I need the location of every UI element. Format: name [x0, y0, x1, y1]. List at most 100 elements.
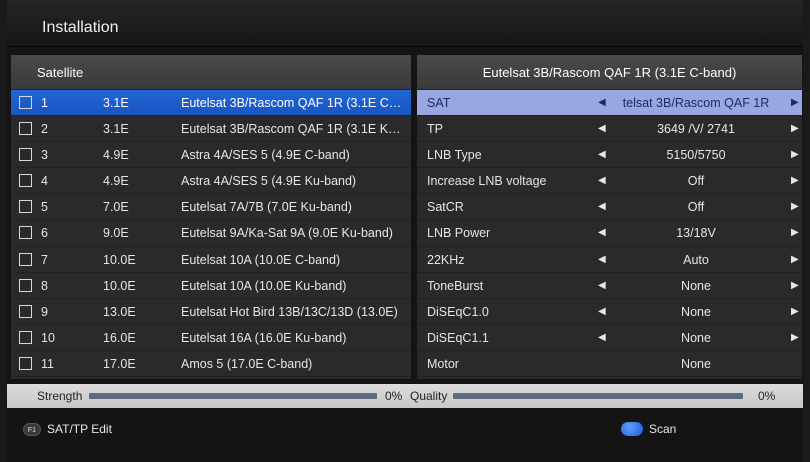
satellite-number: 2	[41, 122, 48, 137]
satellite-checkbox[interactable]	[19, 356, 32, 370]
strength-value: 0%	[385, 389, 403, 403]
satellite-number: 7	[41, 252, 48, 267]
satellite-row[interactable]: 4 4.9E Astra 4A/SES 5 (4.9E Ku-band)	[11, 168, 411, 195]
setting-value: telsat 3B/Rascom QAF 1R	[622, 96, 770, 110]
arrow-left-icon[interactable]: ◀	[598, 325, 606, 351]
f1-key-icon[interactable]: F1	[23, 423, 41, 436]
arrow-right-icon[interactable]: ▶	[791, 116, 799, 142]
satellite-name: Astra 4A/SES 5 (4.9E Ku-band)	[181, 174, 357, 189]
arrow-right-icon[interactable]: ▶	[791, 220, 799, 246]
satellite-checkbox[interactable]	[19, 226, 32, 240]
setting-value: None	[681, 278, 711, 293]
setting-label: SatCR	[427, 200, 464, 215]
satellite-checkbox[interactable]	[19, 174, 32, 188]
arrow-left-icon[interactable]: ◀	[598, 220, 606, 246]
satellite-position: 10.0E	[103, 278, 136, 293]
setting-label: ToneBurst	[427, 278, 484, 293]
setting-value: Off	[687, 200, 705, 215]
satellite-number: 4	[41, 174, 48, 189]
arrow-left-icon[interactable]: ◀	[598, 116, 606, 142]
arrow-right-icon[interactable]: ▶	[791, 247, 799, 273]
satellite-list-panel: Satellite 1 3.1E Eutelsat 3B/Rascom QAF …	[11, 55, 411, 379]
satellite-checkbox[interactable]	[19, 200, 32, 214]
arrow-left-icon[interactable]: ◀	[598, 142, 606, 168]
satellite-row[interactable]: 2 3.1E Eutelsat 3B/Rascom QAF 1R (3.1E K…	[11, 116, 411, 143]
setting-value: 5150/5750	[666, 148, 726, 163]
satellite-number: 8	[41, 278, 48, 293]
satellite-name: Eutelsat 10A (10.0E C-band)	[181, 252, 341, 267]
arrow-right-icon[interactable]: ▶	[791, 299, 799, 325]
satellite-position: 7.0E	[103, 200, 129, 215]
arrow-right-icon[interactable]: ▶	[791, 194, 799, 220]
setting-row-satcr[interactable]: SatCR ◀ Off ▶	[417, 194, 802, 221]
scan-label[interactable]: Scan	[649, 422, 676, 436]
setting-value: None	[681, 304, 711, 319]
satellite-row[interactable]: 8 10.0E Eutelsat 10A (10.0E Ku-band)	[11, 273, 411, 299]
arrow-left-icon[interactable]: ◀	[598, 247, 606, 273]
setting-row-diseqc11[interactable]: DiSEqC1.1 ◀ None ▶	[417, 325, 802, 351]
satellite-checkbox[interactable]	[19, 278, 32, 292]
arrow-right-icon[interactable]: ▶	[791, 142, 799, 168]
satellite-checkbox[interactable]	[19, 252, 32, 266]
arrow-right-icon[interactable]: ▶	[791, 90, 799, 116]
page-title: Installation	[42, 19, 119, 36]
setting-row-tp[interactable]: TP ◀ 3649 /V/ 2741 ▶	[417, 116, 802, 143]
signal-bar: Strength 0% Quality 0%	[7, 384, 803, 408]
satellite-position: 13.0E	[103, 304, 136, 319]
sat-tp-edit-label[interactable]: SAT/TP Edit	[47, 422, 112, 436]
satellite-position: 4.9E	[103, 174, 129, 189]
footer-bar: F1 SAT/TP Edit Scan	[7, 410, 803, 462]
satellite-position: 9.0E	[103, 226, 129, 241]
satellite-position: 10.0E	[103, 252, 136, 267]
satellite-number: 5	[41, 200, 48, 215]
satellite-checkbox[interactable]	[19, 96, 32, 109]
satellite-row[interactable]: 10 16.0E Eutelsat 16A (16.0E Ku-band)	[11, 325, 411, 351]
satellite-checkbox[interactable]	[19, 122, 32, 136]
satellite-name: Eutelsat Hot Bird 13B/13C/13D (13.0E)	[181, 304, 398, 319]
setting-label: LNB Power	[427, 226, 491, 241]
setting-label: Motor	[427, 356, 459, 371]
satellite-row[interactable]: 9 13.0E Eutelsat Hot Bird 13B/13C/13D (1…	[11, 299, 411, 325]
satellite-checkbox[interactable]	[19, 304, 32, 318]
arrow-left-icon[interactable]: ◀	[598, 168, 606, 194]
satellite-number: 9	[41, 304, 48, 319]
arrow-right-icon[interactable]: ▶	[791, 325, 799, 351]
setting-row-lnb-type[interactable]: LNB Type ◀ 5150/5750 ▶	[417, 142, 802, 169]
setting-label: LNB Type	[427, 148, 482, 163]
arrow-left-icon[interactable]: ◀	[598, 299, 606, 325]
satellite-name: Eutelsat 3B/Rascom QAF 1R (3.1E C-b...	[181, 96, 403, 110]
setting-row-increase-lnb-voltage[interactable]: Increase LNB voltage ◀ Off ▶	[417, 168, 802, 195]
installation-screen: Installation Satellite 1 3.1E Eutelsat 3…	[7, 0, 803, 462]
satellite-row[interactable]: 1 3.1E Eutelsat 3B/Rascom QAF 1R (3.1E C…	[11, 90, 411, 117]
satellite-row[interactable]: 11 17.0E Amos 5 (17.0E C-band)	[11, 351, 411, 378]
setting-row-diseqc10[interactable]: DiSEqC1.0 ◀ None ▶	[417, 299, 802, 325]
arrow-right-icon[interactable]: ▶	[791, 273, 799, 299]
satellite-name: Eutelsat 7A/7B (7.0E Ku-band)	[181, 200, 352, 215]
blue-button-icon[interactable]	[621, 422, 643, 436]
setting-row-22khz[interactable]: 22KHz ◀ Auto ▶	[417, 247, 802, 273]
satellite-checkbox[interactable]	[19, 148, 32, 162]
arrow-left-icon[interactable]: ◀	[598, 273, 606, 299]
strength-meter	[89, 393, 377, 399]
satellite-checkbox[interactable]	[19, 330, 32, 344]
setting-value: Off	[687, 174, 705, 189]
satellite-name: Eutelsat 16A (16.0E Ku-band)	[181, 330, 347, 345]
satellite-row[interactable]: 3 4.9E Astra 4A/SES 5 (4.9E C-band)	[11, 142, 411, 169]
satellite-number: 10	[41, 330, 55, 345]
setting-row-sat[interactable]: SAT ◀ telsat 3B/Rascom QAF 1R ▶	[417, 90, 802, 117]
arrow-left-icon[interactable]: ◀	[598, 90, 606, 116]
setting-row-motor[interactable]: Motor None	[417, 351, 802, 378]
settings-header: Eutelsat 3B/Rascom QAF 1R (3.1E C-band)	[417, 55, 802, 90]
setting-value: None	[681, 356, 711, 371]
satellite-position: 4.9E	[103, 148, 129, 163]
arrow-left-icon[interactable]: ◀	[598, 194, 606, 220]
setting-row-toneburst[interactable]: ToneBurst ◀ None ▶	[417, 273, 802, 299]
satellite-row[interactable]: 6 9.0E Eutelsat 9A/Ka-Sat 9A (9.0E Ku-ba…	[11, 220, 411, 247]
quality-label: Quality	[410, 389, 448, 403]
arrow-right-icon[interactable]: ▶	[791, 168, 799, 194]
satellite-settings-panel: Eutelsat 3B/Rascom QAF 1R (3.1E C-band) …	[417, 55, 802, 379]
satellite-row[interactable]: 7 10.0E Eutelsat 10A (10.0E C-band)	[11, 247, 411, 273]
setting-row-lnb-power[interactable]: LNB Power ◀ 13/18V ▶	[417, 220, 802, 247]
setting-label: TP	[427, 122, 443, 137]
satellite-row[interactable]: 5 7.0E Eutelsat 7A/7B (7.0E Ku-band)	[11, 194, 411, 221]
